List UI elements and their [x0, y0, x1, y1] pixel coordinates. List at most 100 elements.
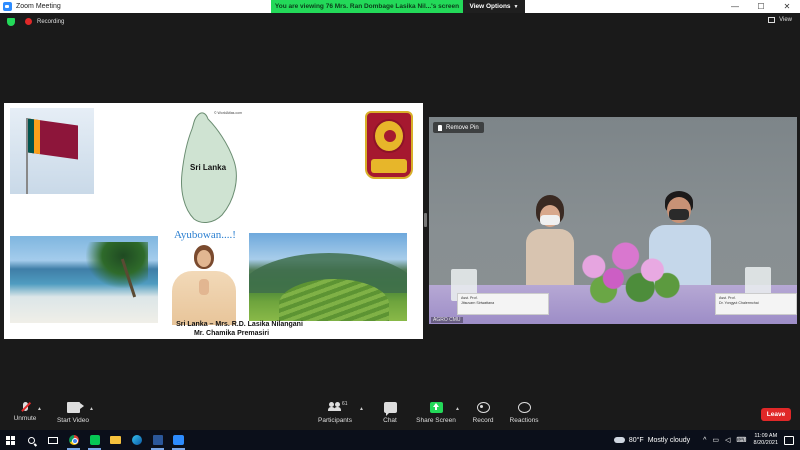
unmute-button[interactable]: Unmute — [0, 401, 50, 422]
slide-caption-line1: Sri Lanka – Mrs. R.D. Lasika Nilangani — [176, 321, 303, 328]
zoom-meeting-window: Zoom Meeting — ☐ ✕ You are viewing 76 Mr… — [0, 0, 800, 450]
chat-label: Chat — [383, 417, 397, 424]
tea-plantation — [279, 279, 389, 321]
greeting-woman-image — [162, 245, 246, 325]
chevron-up-icon[interactable]: ^ — [703, 437, 706, 444]
presenter-left-mask — [540, 215, 560, 225]
name-placard-right: Asst. Prof. Dr. Yongyut Chalermchai — [715, 293, 797, 315]
sri-lanka-emblem-image — [365, 111, 413, 179]
maximize-button[interactable]: ☐ — [748, 0, 774, 13]
emblem-wheel — [373, 119, 405, 153]
leave-button[interactable]: Leave — [761, 408, 791, 421]
word-icon — [152, 435, 163, 445]
record-icon — [476, 402, 490, 413]
face — [197, 250, 211, 267]
view-options-button[interactable]: View Options ▼ — [463, 0, 525, 13]
taskbar-line[interactable] — [84, 430, 105, 450]
line-app-icon — [89, 435, 100, 445]
participants-button[interactable]: Participants — [310, 402, 360, 424]
network-icon[interactable]: ▭ — [712, 436, 719, 444]
map-label: Sri Lanka — [190, 163, 227, 172]
tea-hills-image — [249, 233, 407, 321]
folded-hands — [199, 279, 209, 295]
security-shield-icon[interactable] — [7, 17, 15, 26]
chevron-down-icon: ▼ — [513, 3, 519, 10]
meeting-toolbar: Unmute ▲ Start Video ▲ Participants 61 ▲… — [0, 399, 800, 430]
split-view-resize-handle[interactable] — [424, 213, 427, 227]
close-button[interactable]: ✕ — [774, 0, 800, 13]
start-button[interactable] — [0, 430, 21, 450]
taskbar-edge[interactable] — [126, 430, 147, 450]
weather-description: Mostly cloudy — [647, 436, 691, 444]
presenter-right-mask — [669, 209, 689, 220]
name-placard-left: Asst. Prof. Jitsuvarn Siriwattana — [457, 293, 549, 315]
task-view-icon — [47, 436, 58, 444]
greeting-text: Ayubowan....! — [174, 229, 236, 241]
windows-taskbar: 80°F Mostly cloudy ^ ▭ ◁ ⌨ 11:09 AM 8/20… — [0, 430, 800, 450]
participants-label: Participants — [318, 417, 352, 424]
share-screen-icon — [429, 402, 443, 413]
system-tray: 80°F Mostly cloudy ^ ▭ ◁ ⌨ 11:09 AM 8/20… — [613, 430, 800, 450]
cloud-icon — [613, 437, 625, 443]
share-screen-label: Share Screen — [416, 417, 456, 424]
task-view-button[interactable] — [42, 430, 63, 450]
slide-caption-line2: Mr. Chamika Premasiri — [193, 330, 270, 337]
smiley-icon — [517, 402, 531, 413]
reactions-button[interactable]: Reactions — [499, 402, 549, 424]
unmute-label: Unmute — [13, 415, 37, 422]
window-controls: — ☐ ✕ — [722, 0, 800, 13]
pinned-video-tile[interactable]: Asst. Prof. Jitsuvarn Siriwattana Asst. … — [429, 117, 797, 324]
weather-temperature: 80°F — [628, 436, 644, 444]
search-button[interactable] — [21, 430, 42, 450]
emblem-base — [371, 159, 407, 173]
search-icon — [28, 436, 35, 444]
shared-screen: © WorldAtlas.com Sri Lanka Ayubowan....!… — [4, 103, 423, 339]
palm-foliage — [86, 242, 148, 288]
participants-options-caret-icon[interactable]: ▲ — [359, 406, 364, 412]
taskbar-chrome[interactable] — [63, 430, 84, 450]
map-credit: © WorldAtlas.com — [214, 111, 242, 115]
notification-icon[interactable] — [784, 435, 794, 445]
taskbar-file-explorer[interactable] — [105, 430, 126, 450]
viewing-screen-notice: You are viewing 76 Mrs. Ran Dombage Lasi… — [271, 0, 463, 13]
window-title: Zoom Meeting — [16, 3, 61, 10]
grid-icon — [768, 17, 776, 23]
remove-pin-label: Remove Pin — [446, 124, 479, 131]
language-icon[interactable]: ⌨ — [736, 436, 746, 444]
screen-share-banner: You are viewing 76 Mrs. Ran Dombage Lasi… — [271, 0, 525, 13]
remove-pin-button[interactable]: Remove Pin — [433, 122, 484, 133]
windows-logo-icon — [6, 435, 15, 445]
view-label: View — [779, 17, 792, 23]
view-options-label: View Options — [469, 3, 511, 10]
sri-lanka-flag-image — [10, 108, 94, 194]
minimize-button[interactable]: — — [722, 0, 748, 13]
start-video-label: Start Video — [56, 417, 90, 424]
taskbar-zoom[interactable] — [168, 430, 189, 450]
clock-date: 8/20/2021 — [753, 440, 778, 446]
taskbar-word[interactable] — [147, 430, 168, 450]
video-watermark: AGRO CMU — [431, 317, 463, 323]
placard-right-line2: Dr. Yongyut Chalermchai — [719, 301, 759, 305]
recording-icon — [25, 18, 32, 25]
volume-icon[interactable]: ◁ — [725, 436, 730, 444]
mute-slash — [20, 401, 31, 412]
chrome-icon — [68, 435, 79, 445]
weather-widget[interactable]: 80°F Mostly cloudy — [613, 436, 694, 444]
record-label: Record — [472, 417, 494, 424]
reactions-label: Reactions — [509, 417, 539, 424]
view-layout-button[interactable]: View — [768, 17, 792, 23]
participants-count: 61 — [342, 401, 348, 407]
chat-bubble-icon — [383, 402, 397, 416]
share-screen-button[interactable]: Share Screen — [411, 402, 461, 424]
clock-time: 11:09 AM — [754, 433, 778, 439]
pin-icon — [438, 124, 442, 131]
chat-button[interactable]: Chat — [365, 402, 415, 424]
flower-arrangement — [567, 235, 689, 305]
audio-options-caret-icon[interactable]: ▲ — [37, 406, 42, 412]
flag-cloth — [28, 118, 78, 160]
placard-left-line2: Jitsuvarn Siriwattana — [461, 301, 495, 305]
clock[interactable]: 11:09 AM 8/20/2021 — [754, 433, 778, 447]
participants-icon — [327, 402, 342, 413]
folder-icon — [110, 436, 121, 444]
video-options-caret-icon[interactable]: ▲ — [89, 406, 94, 412]
